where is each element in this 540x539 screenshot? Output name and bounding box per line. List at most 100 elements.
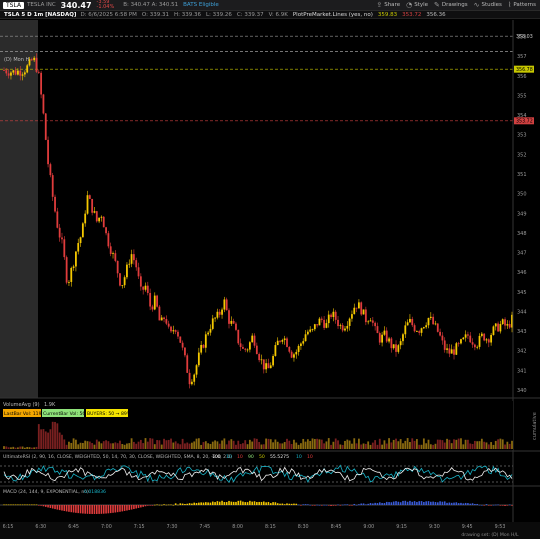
top-toolbar: TSLA TESLA INC 340.47 -3.59 -1.04% B: 34… xyxy=(0,0,540,11)
volume-bar xyxy=(288,440,291,449)
candle-body xyxy=(262,359,265,370)
macd-bar xyxy=(416,501,418,505)
candle-body xyxy=(163,317,165,320)
volume-bar xyxy=(485,442,488,449)
candle-body xyxy=(211,318,214,329)
macd-bar xyxy=(198,502,200,505)
macd-bar xyxy=(511,505,513,506)
candle-body xyxy=(139,276,142,287)
volume-bar xyxy=(137,441,140,449)
volume-bar xyxy=(427,439,430,449)
candle-body xyxy=(279,340,281,342)
macd-bar xyxy=(385,501,388,505)
candle-body xyxy=(7,73,10,76)
price-tick: 354 xyxy=(517,113,527,119)
volume-bar xyxy=(77,444,80,449)
macd-bar xyxy=(28,504,31,506)
candle-body xyxy=(112,253,114,255)
macd-bar xyxy=(181,503,184,505)
macd-bar xyxy=(272,502,274,505)
candle-body xyxy=(446,348,448,350)
volume-bar xyxy=(56,423,59,449)
candle-body xyxy=(467,334,469,336)
macd-bar xyxy=(499,505,502,506)
volume-bar xyxy=(304,441,307,449)
chart-canvas[interactable]: 358.03356.78353.72 340341342343344345346… xyxy=(0,20,540,539)
volume-bar xyxy=(455,439,458,449)
time-tick: 6:30 xyxy=(35,524,46,530)
candle-body xyxy=(478,335,481,347)
candle-body xyxy=(21,74,24,76)
macd-bar xyxy=(165,504,168,506)
studies-button[interactable]: ∿ Studies xyxy=(474,1,502,9)
drawings-button[interactable]: ✎ Drawings xyxy=(434,1,468,9)
candle-body xyxy=(5,70,8,74)
rsi-value: 10 xyxy=(307,454,313,460)
volume-bar xyxy=(432,444,435,449)
candle-body xyxy=(432,316,435,325)
macd-bar xyxy=(75,505,77,513)
macd-bar xyxy=(211,501,214,505)
candle-body xyxy=(167,323,170,327)
macd-bar xyxy=(443,501,446,505)
volume-bar xyxy=(202,442,205,449)
volume-bar xyxy=(84,440,87,449)
candle-body xyxy=(93,211,96,213)
volume-bar xyxy=(494,440,497,449)
volume-bar xyxy=(214,440,216,449)
candle-body xyxy=(40,72,43,95)
time-tick: 9:15 xyxy=(396,524,407,530)
style-icon: ◔ xyxy=(406,1,413,9)
patterns-button[interactable]: ⌇ Patterns xyxy=(508,1,536,9)
company-name: TESLA INC xyxy=(27,2,56,8)
volume-bar xyxy=(225,444,228,449)
candle-body xyxy=(37,71,40,73)
price-tick: 344 xyxy=(517,309,527,315)
macd-bar xyxy=(142,505,144,507)
macd-bar xyxy=(84,505,86,514)
pm-high: 359.83 xyxy=(377,11,398,18)
macd-bar xyxy=(488,505,490,506)
candle-body xyxy=(443,340,446,350)
share-button[interactable]: ⇪ Share xyxy=(376,1,400,9)
macd-bar xyxy=(223,502,226,505)
candle-body xyxy=(68,281,70,283)
macd-bar xyxy=(462,503,465,505)
volume-bar xyxy=(116,443,119,449)
volume-bar xyxy=(209,443,212,449)
macd-bar xyxy=(144,505,147,507)
candle-body xyxy=(272,355,274,366)
macd-bar xyxy=(174,503,177,505)
chart-id[interactable]: TSLA 5 D 1m [NASDAQ] xyxy=(4,12,76,18)
macd-bar xyxy=(172,504,175,506)
candle-body xyxy=(225,299,228,311)
candle-body xyxy=(204,334,207,348)
candle-body xyxy=(156,295,158,307)
macd-bar xyxy=(65,505,68,512)
volume-bar xyxy=(406,438,409,449)
candle-body xyxy=(265,363,268,370)
volume-bar xyxy=(276,441,279,449)
volume-bar xyxy=(460,438,462,449)
macd-bar xyxy=(246,502,249,505)
lastbar-vol-text: LastBar Vol: 119 xyxy=(4,411,42,417)
volume-bar xyxy=(355,443,358,449)
candle-body xyxy=(306,331,309,335)
price-tick: 351 xyxy=(517,172,527,178)
macd-bar xyxy=(56,505,59,510)
volume-bar xyxy=(422,438,425,449)
candle-body xyxy=(170,326,172,332)
symbol-selector[interactable]: TSLA xyxy=(3,1,25,9)
candle-body xyxy=(137,267,140,277)
candle-body xyxy=(304,334,307,342)
candle-body xyxy=(207,332,210,335)
volume-bar xyxy=(260,444,263,449)
volume-bar xyxy=(193,441,196,449)
macd-bar xyxy=(374,502,376,505)
candle-body xyxy=(181,342,184,348)
candle-body xyxy=(267,363,270,369)
volume-bar xyxy=(441,440,444,449)
candle-body xyxy=(49,164,52,176)
volume-bar xyxy=(98,441,101,449)
style-button[interactable]: ◔ Style xyxy=(406,1,428,9)
